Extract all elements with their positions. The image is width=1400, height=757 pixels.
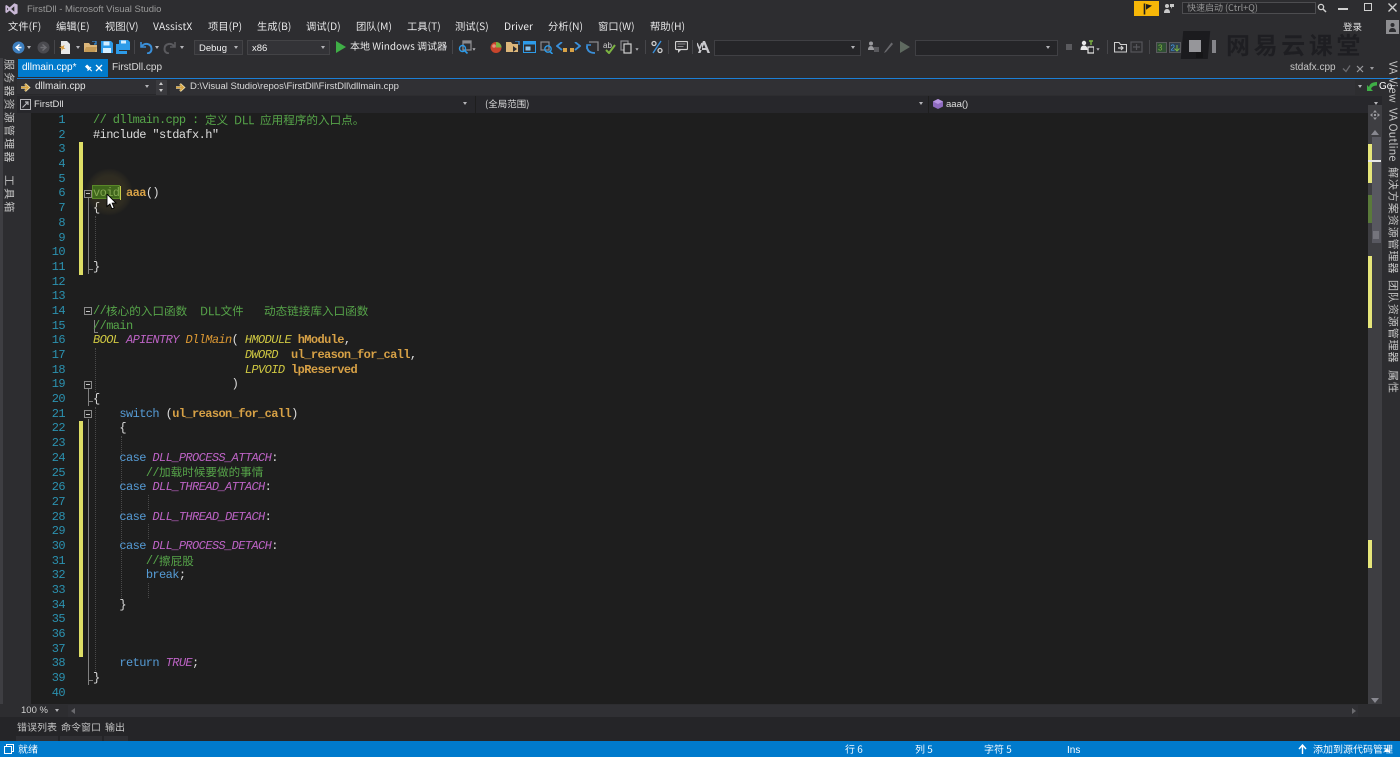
svg-text:2: 2 xyxy=(1171,44,1176,53)
svg-text:3: 3 xyxy=(1158,44,1163,53)
